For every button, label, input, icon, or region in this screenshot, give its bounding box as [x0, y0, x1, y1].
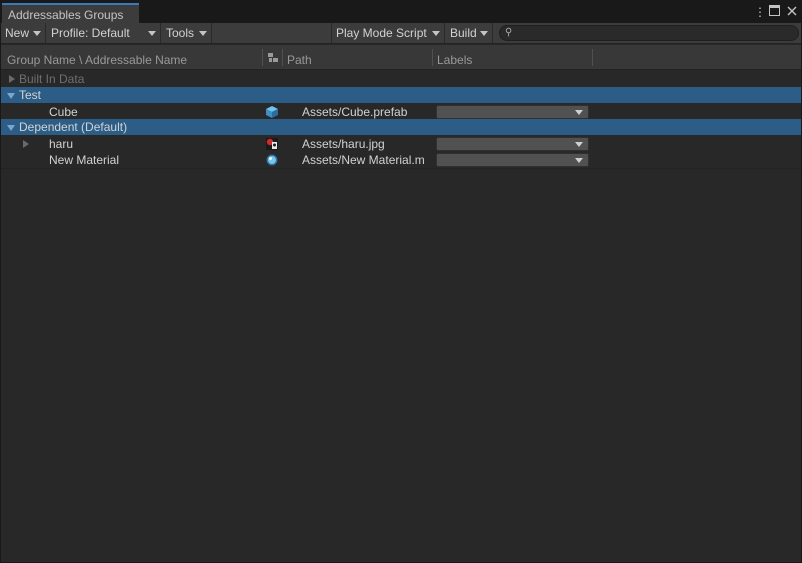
- chevron-down-icon: [575, 110, 583, 115]
- column-path-header[interactable]: Path: [287, 53, 312, 67]
- window-tab[interactable]: Addressables Groups: [2, 3, 139, 23]
- entry-name: haru: [49, 137, 74, 151]
- chevron-down-icon: [575, 158, 583, 163]
- chevron-down-icon: [148, 31, 156, 36]
- chevron-down-icon: [575, 142, 583, 147]
- prefab-cube-icon: [266, 106, 278, 118]
- tree-row-group-dependent[interactable]: Dependent (Default): [1, 119, 801, 135]
- play-mode-script-dropdown[interactable]: Play Mode Script: [331, 23, 445, 43]
- more-icon[interactable]: ⋮: [754, 4, 766, 20]
- group-label: Built In Data: [19, 72, 85, 86]
- labels-dropdown[interactable]: [436, 105, 589, 119]
- expand-arrow-icon[interactable]: [9, 75, 15, 83]
- entry-name: Cube: [49, 105, 78, 119]
- labels-dropdown[interactable]: [436, 153, 589, 167]
- group-label: Dependent (Default): [19, 120, 128, 134]
- tools-label: Tools: [166, 26, 195, 40]
- entry-path: Assets/Cube.prefab: [302, 105, 408, 119]
- tree-row-entry[interactable]: New Material Assets/New Material.m: [1, 152, 801, 168]
- profile-dropdown[interactable]: Profile: Default: [47, 23, 161, 43]
- close-icon[interactable]: [787, 4, 797, 20]
- chevron-down-icon: [199, 31, 207, 36]
- entry-path: Assets/New Material.m: [302, 153, 425, 167]
- column-header: Group Name \ Addressable Name Path Label…: [1, 45, 801, 70]
- toolbar: New Profile: Default Tools Play Mode Scr…: [1, 23, 801, 44]
- search-input[interactable]: ⚲: [499, 25, 799, 41]
- collapse-arrow-icon[interactable]: [7, 125, 15, 131]
- tree-row-group-test[interactable]: Test: [1, 87, 801, 103]
- new-dropdown[interactable]: New: [1, 23, 46, 43]
- column-separator[interactable]: [262, 49, 263, 66]
- column-separator[interactable]: [592, 49, 593, 66]
- tree-row-entry[interactable]: Cube Assets/Cube.prefab: [1, 104, 801, 120]
- expand-arrow-icon[interactable]: [23, 140, 29, 148]
- column-separator[interactable]: [432, 49, 433, 66]
- play-mode-label: Play Mode Script: [336, 26, 427, 40]
- material-sphere-icon: [266, 154, 278, 166]
- tools-dropdown[interactable]: Tools: [162, 23, 212, 43]
- texture-image-icon: [266, 138, 278, 150]
- group-label: Test: [19, 88, 42, 102]
- entry-name: New Material: [49, 153, 120, 167]
- maximize-icon[interactable]: [769, 4, 780, 20]
- search-icon: ⚲: [505, 27, 513, 38]
- labels-dropdown[interactable]: [436, 137, 589, 151]
- build-label: Build: [450, 26, 477, 40]
- column-name-header[interactable]: Group Name \ Addressable Name: [7, 53, 187, 67]
- collapse-arrow-icon[interactable]: [7, 93, 15, 99]
- asset-type-icon[interactable]: [268, 52, 278, 66]
- build-dropdown[interactable]: Build: [446, 23, 493, 43]
- chevron-down-icon: [33, 31, 41, 36]
- column-separator[interactable]: [282, 49, 283, 66]
- title-tab-bar: Addressables Groups ⋮: [1, 1, 801, 23]
- chevron-down-icon: [432, 31, 440, 36]
- tree-row-entry[interactable]: haru Assets/haru.jpg: [1, 136, 801, 152]
- entry-path: Assets/haru.jpg: [302, 137, 385, 151]
- new-label: New: [5, 26, 30, 40]
- tree-row-built-in-data[interactable]: Built In Data: [1, 71, 801, 87]
- tree-bottom-divider: [1, 168, 801, 169]
- column-labels-header[interactable]: Labels: [437, 53, 472, 67]
- addressables-groups-window: Addressables Groups ⋮ New Profile: Defau…: [0, 0, 802, 563]
- chevron-down-icon: [480, 31, 488, 36]
- profile-label: Profile: Default: [51, 26, 130, 40]
